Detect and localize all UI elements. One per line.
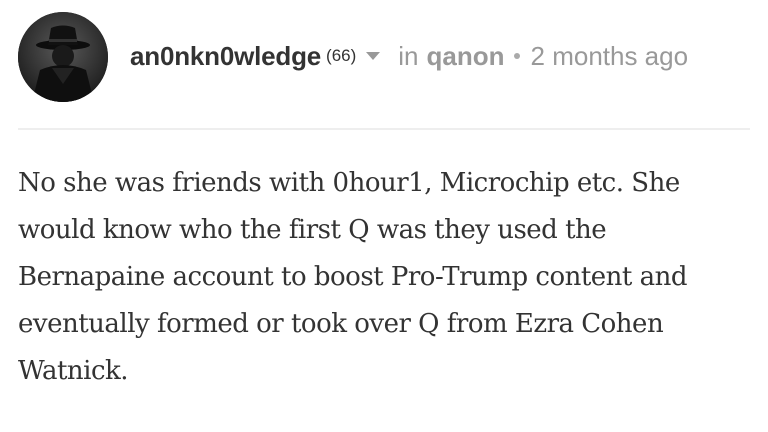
separator-dot <box>513 53 520 59</box>
author-line: an0nkn0wledge (66) in qanon 2 months ago <box>130 36 688 76</box>
chevron-down-icon[interactable] <box>366 52 381 60</box>
in-label: in <box>398 40 419 71</box>
author-username[interactable]: an0nkn0wledge <box>130 41 321 72</box>
divider <box>18 128 750 130</box>
community-link[interactable]: qanon <box>427 41 505 72</box>
avatar-figure-icon <box>18 12 108 102</box>
comment-header: an0nkn0wledge (66) in qanon 2 months ago <box>0 0 768 110</box>
avatar[interactable] <box>18 12 108 102</box>
author-reputation: (66) <box>326 46 357 65</box>
timestamp[interactable]: 2 months ago <box>531 41 689 72</box>
comment-body: No she was friends with 0hour1, Microchi… <box>18 168 688 386</box>
